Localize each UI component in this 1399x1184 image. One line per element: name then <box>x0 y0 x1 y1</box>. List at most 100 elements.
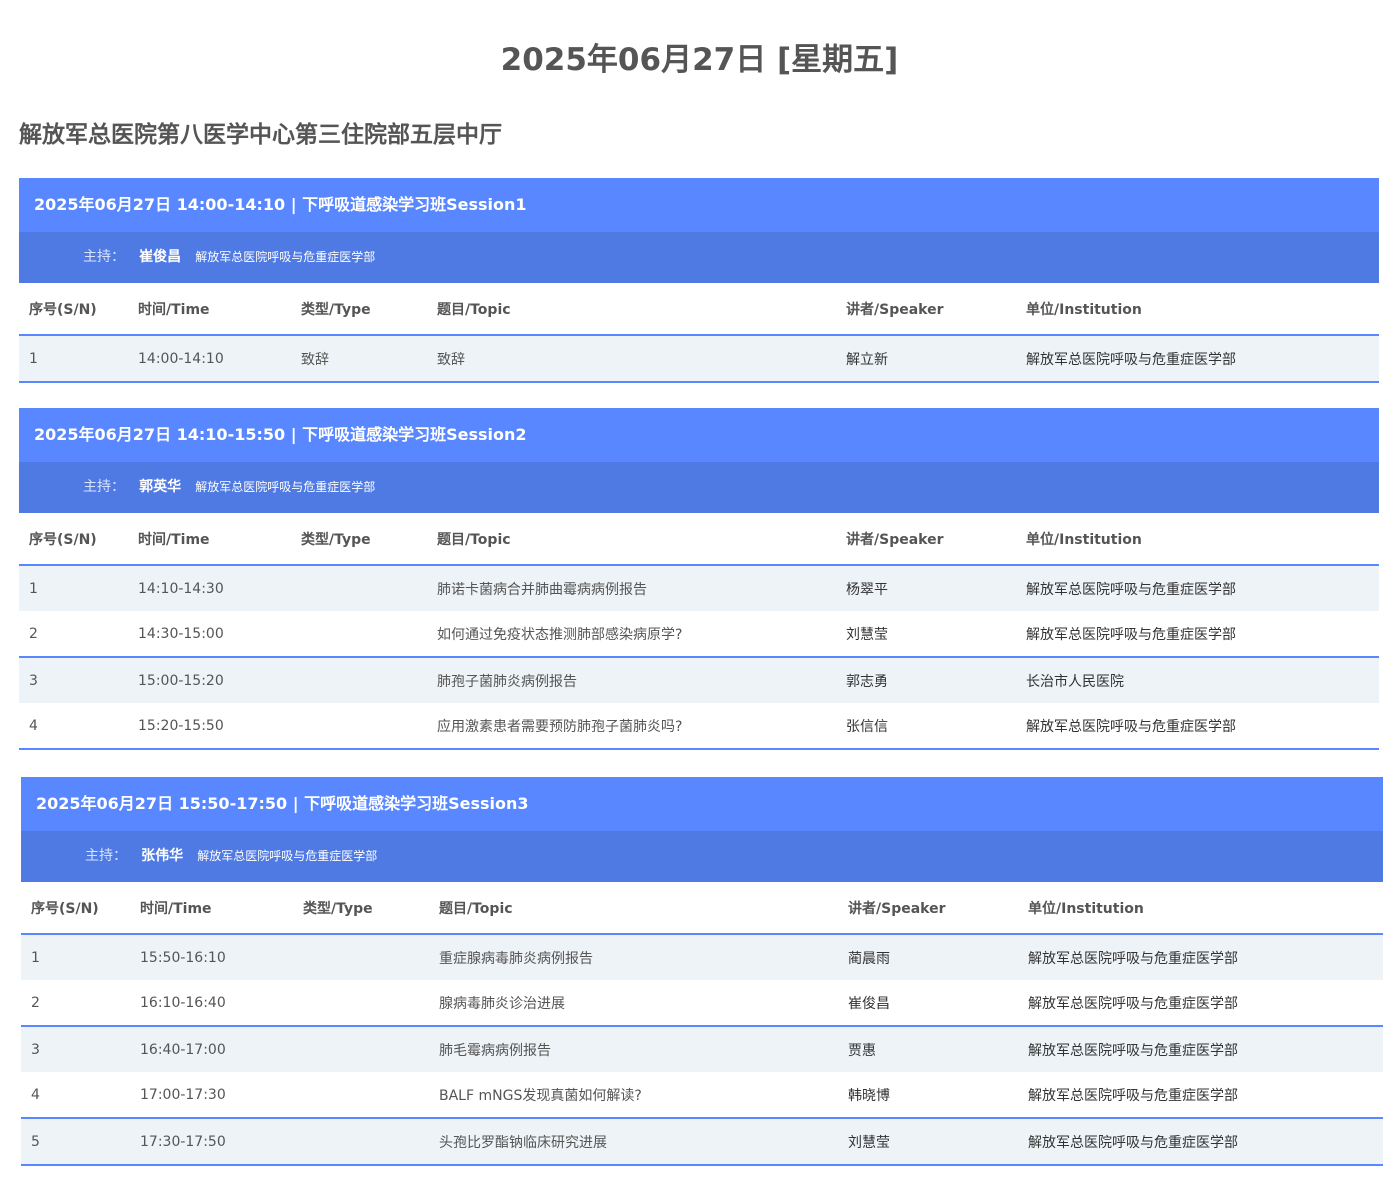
host-bar: 主持： 郭英华 解放军总医院呼吸与危重症医学部 <box>19 462 1379 513</box>
table-row: 2 14:30-15:00 如何通过免疫状态推测肺部感染病原学? 刘慧莹 解放军… <box>19 611 1379 657</box>
cell-institution: 解放军总医院呼吸与危重症医学部 <box>1018 1026 1383 1072</box>
cell-type <box>293 980 429 1026</box>
cell-institution: 解放军总医院呼吸与危重症医学部 <box>1016 703 1379 749</box>
cell-sn: 2 <box>19 611 128 657</box>
session-header: 2025年06月27日 15:50-17:50 | 下呼吸道感染学习班Sessi… <box>21 777 1383 831</box>
schedule-table: 序号(S/N) 时间/Time 类型/Type 题目/Topic 讲者/Spea… <box>21 882 1383 1166</box>
cell-time: 14:10-14:30 <box>128 565 291 611</box>
cell-topic: 重症腺病毒肺炎病例报告 <box>429 934 838 980</box>
cell-topic: 应用激素患者需要预防肺孢子菌肺炎吗? <box>427 703 836 749</box>
column-header-type: 类型/Type <box>291 283 427 336</box>
column-header-topic: 题目/Topic <box>427 513 836 566</box>
column-header-time: 时间/Time <box>128 283 291 336</box>
cell-institution: 长治市人民医院 <box>1016 657 1379 703</box>
cell-speaker: 杨翠平 <box>836 565 1016 611</box>
cell-speaker: 解立新 <box>836 335 1016 382</box>
schedule-table: 序号(S/N) 时间/Time 类型/Type 题目/Topic 讲者/Spea… <box>19 513 1379 750</box>
cell-topic: 肺孢子菌肺炎病例报告 <box>427 657 836 703</box>
venue-heading: 解放军总医院第八医学中心第三住院部五层中厅 <box>19 122 502 148</box>
cell-institution: 解放军总医院呼吸与危重症医学部 <box>1016 335 1379 382</box>
cell-topic: 腺病毒肺炎诊治进展 <box>429 980 838 1026</box>
column-header-sn: 序号(S/N) <box>21 882 130 935</box>
session-block: 2025年06月27日 14:10-15:50 | 下呼吸道感染学习班Sessi… <box>19 408 1379 750</box>
cell-topic: 如何通过免疫状态推测肺部感染病原学? <box>427 611 836 657</box>
cell-type <box>291 565 427 611</box>
cell-time: 14:30-15:00 <box>128 611 291 657</box>
table-row: 4 15:20-15:50 应用激素患者需要预防肺孢子菌肺炎吗? 张信信 解放军… <box>19 703 1379 749</box>
session-block: 2025年06月27日 14:00-14:10 | 下呼吸道感染学习班Sessi… <box>19 178 1379 383</box>
session-header: 2025年06月27日 14:10-15:50 | 下呼吸道感染学习班Sessi… <box>19 408 1379 462</box>
cell-sn: 2 <box>21 980 130 1026</box>
cell-sn: 4 <box>21 1072 130 1118</box>
cell-time: 16:40-17:00 <box>130 1026 293 1072</box>
cell-speaker: 韩晓博 <box>838 1072 1018 1118</box>
cell-topic: 肺诺卡菌病合并肺曲霉病病例报告 <box>427 565 836 611</box>
cell-speaker: 郭志勇 <box>836 657 1016 703</box>
cell-time: 15:00-15:20 <box>128 657 291 703</box>
table-row: 5 17:30-17:50 头孢比罗酯钠临床研究进展 刘慧莹 解放军总医院呼吸与… <box>21 1118 1383 1165</box>
cell-time: 17:00-17:30 <box>130 1072 293 1118</box>
cell-sn: 4 <box>19 703 128 749</box>
column-header-speaker: 讲者/Speaker <box>836 283 1016 336</box>
cell-type <box>293 934 429 980</box>
host-label: 主持： <box>83 479 125 495</box>
cell-type <box>291 611 427 657</box>
column-header-speaker: 讲者/Speaker <box>836 513 1016 566</box>
cell-topic: BALF mNGS发现真菌如何解读? <box>429 1072 838 1118</box>
host-name: 崔俊昌 <box>139 249 182 265</box>
cell-speaker: 贾惠 <box>838 1026 1018 1072</box>
cell-sn: 3 <box>19 657 128 703</box>
column-header-speaker: 讲者/Speaker <box>838 882 1018 935</box>
column-header-topic: 题目/Topic <box>427 283 836 336</box>
cell-time: 14:00-14:10 <box>128 335 291 382</box>
host-bar: 主持： 张伟华 解放军总医院呼吸与危重症医学部 <box>21 831 1383 882</box>
page-title: 2025年06月27日 [星期五] <box>500 42 899 78</box>
cell-institution: 解放军总医院呼吸与危重症医学部 <box>1018 934 1383 980</box>
cell-time: 15:50-16:10 <box>130 934 293 980</box>
cell-sn: 1 <box>19 335 128 382</box>
column-header-institution: 单位/Institution <box>1018 882 1383 935</box>
column-header-institution: 单位/Institution <box>1016 513 1379 566</box>
cell-institution: 解放军总医院呼吸与危重症医学部 <box>1018 1118 1383 1165</box>
host-institution: 解放军总医院呼吸与危重症医学部 <box>195 480 376 494</box>
cell-type <box>293 1118 429 1165</box>
cell-institution: 解放军总医院呼吸与危重症医学部 <box>1018 1072 1383 1118</box>
cell-institution: 解放军总医院呼吸与危重症医学部 <box>1016 611 1379 657</box>
session-header: 2025年06月27日 14:00-14:10 | 下呼吸道感染学习班Sessi… <box>19 178 1379 232</box>
column-header-topic: 题目/Topic <box>429 882 838 935</box>
table-header-row: 序号(S/N) 时间/Time 类型/Type 题目/Topic 讲者/Spea… <box>21 882 1383 935</box>
cell-institution: 解放军总医院呼吸与危重症医学部 <box>1018 980 1383 1026</box>
table-row: 4 17:00-17:30 BALF mNGS发现真菌如何解读? 韩晓博 解放军… <box>21 1072 1383 1118</box>
cell-time: 15:20-15:50 <box>128 703 291 749</box>
session-block: 2025年06月27日 15:50-17:50 | 下呼吸道感染学习班Sessi… <box>21 777 1383 1166</box>
cell-type <box>293 1072 429 1118</box>
column-header-sn: 序号(S/N) <box>19 513 128 566</box>
cell-topic: 头孢比罗酯钠临床研究进展 <box>429 1118 838 1165</box>
column-header-type: 类型/Type <box>293 882 429 935</box>
table-row: 3 16:40-17:00 肺毛霉病病例报告 贾惠 解放军总医院呼吸与危重症医学… <box>21 1026 1383 1072</box>
schedule-table: 序号(S/N) 时间/Time 类型/Type 题目/Topic 讲者/Spea… <box>19 283 1379 383</box>
cell-sn: 5 <box>21 1118 130 1165</box>
cell-sn: 1 <box>19 565 128 611</box>
host-label: 主持： <box>85 848 127 864</box>
cell-type <box>291 657 427 703</box>
table-row: 3 15:00-15:20 肺孢子菌肺炎病例报告 郭志勇 长治市人民医院 <box>19 657 1379 703</box>
table-header-row: 序号(S/N) 时间/Time 类型/Type 题目/Topic 讲者/Spea… <box>19 283 1379 336</box>
cell-type <box>291 703 427 749</box>
cell-speaker: 蔺晨雨 <box>838 934 1018 980</box>
cell-time: 16:10-16:40 <box>130 980 293 1026</box>
host-institution: 解放军总医院呼吸与危重症医学部 <box>195 250 376 264</box>
column-header-type: 类型/Type <box>291 513 427 566</box>
cell-sn: 3 <box>21 1026 130 1072</box>
cell-speaker: 张信信 <box>836 703 1016 749</box>
table-row: 1 15:50-16:10 重症腺病毒肺炎病例报告 蔺晨雨 解放军总医院呼吸与危… <box>21 934 1383 980</box>
table-row: 1 14:00-14:10 致辞 致辞 解立新 解放军总医院呼吸与危重症医学部 <box>19 335 1379 382</box>
column-header-time: 时间/Time <box>130 882 293 935</box>
cell-institution: 解放军总医院呼吸与危重症医学部 <box>1016 565 1379 611</box>
cell-speaker: 刘慧莹 <box>836 611 1016 657</box>
table-row: 2 16:10-16:40 腺病毒肺炎诊治进展 崔俊昌 解放军总医院呼吸与危重症… <box>21 980 1383 1026</box>
host-label: 主持： <box>83 249 125 265</box>
cell-time: 17:30-17:50 <box>130 1118 293 1165</box>
cell-topic: 致辞 <box>427 335 836 382</box>
column-header-time: 时间/Time <box>128 513 291 566</box>
